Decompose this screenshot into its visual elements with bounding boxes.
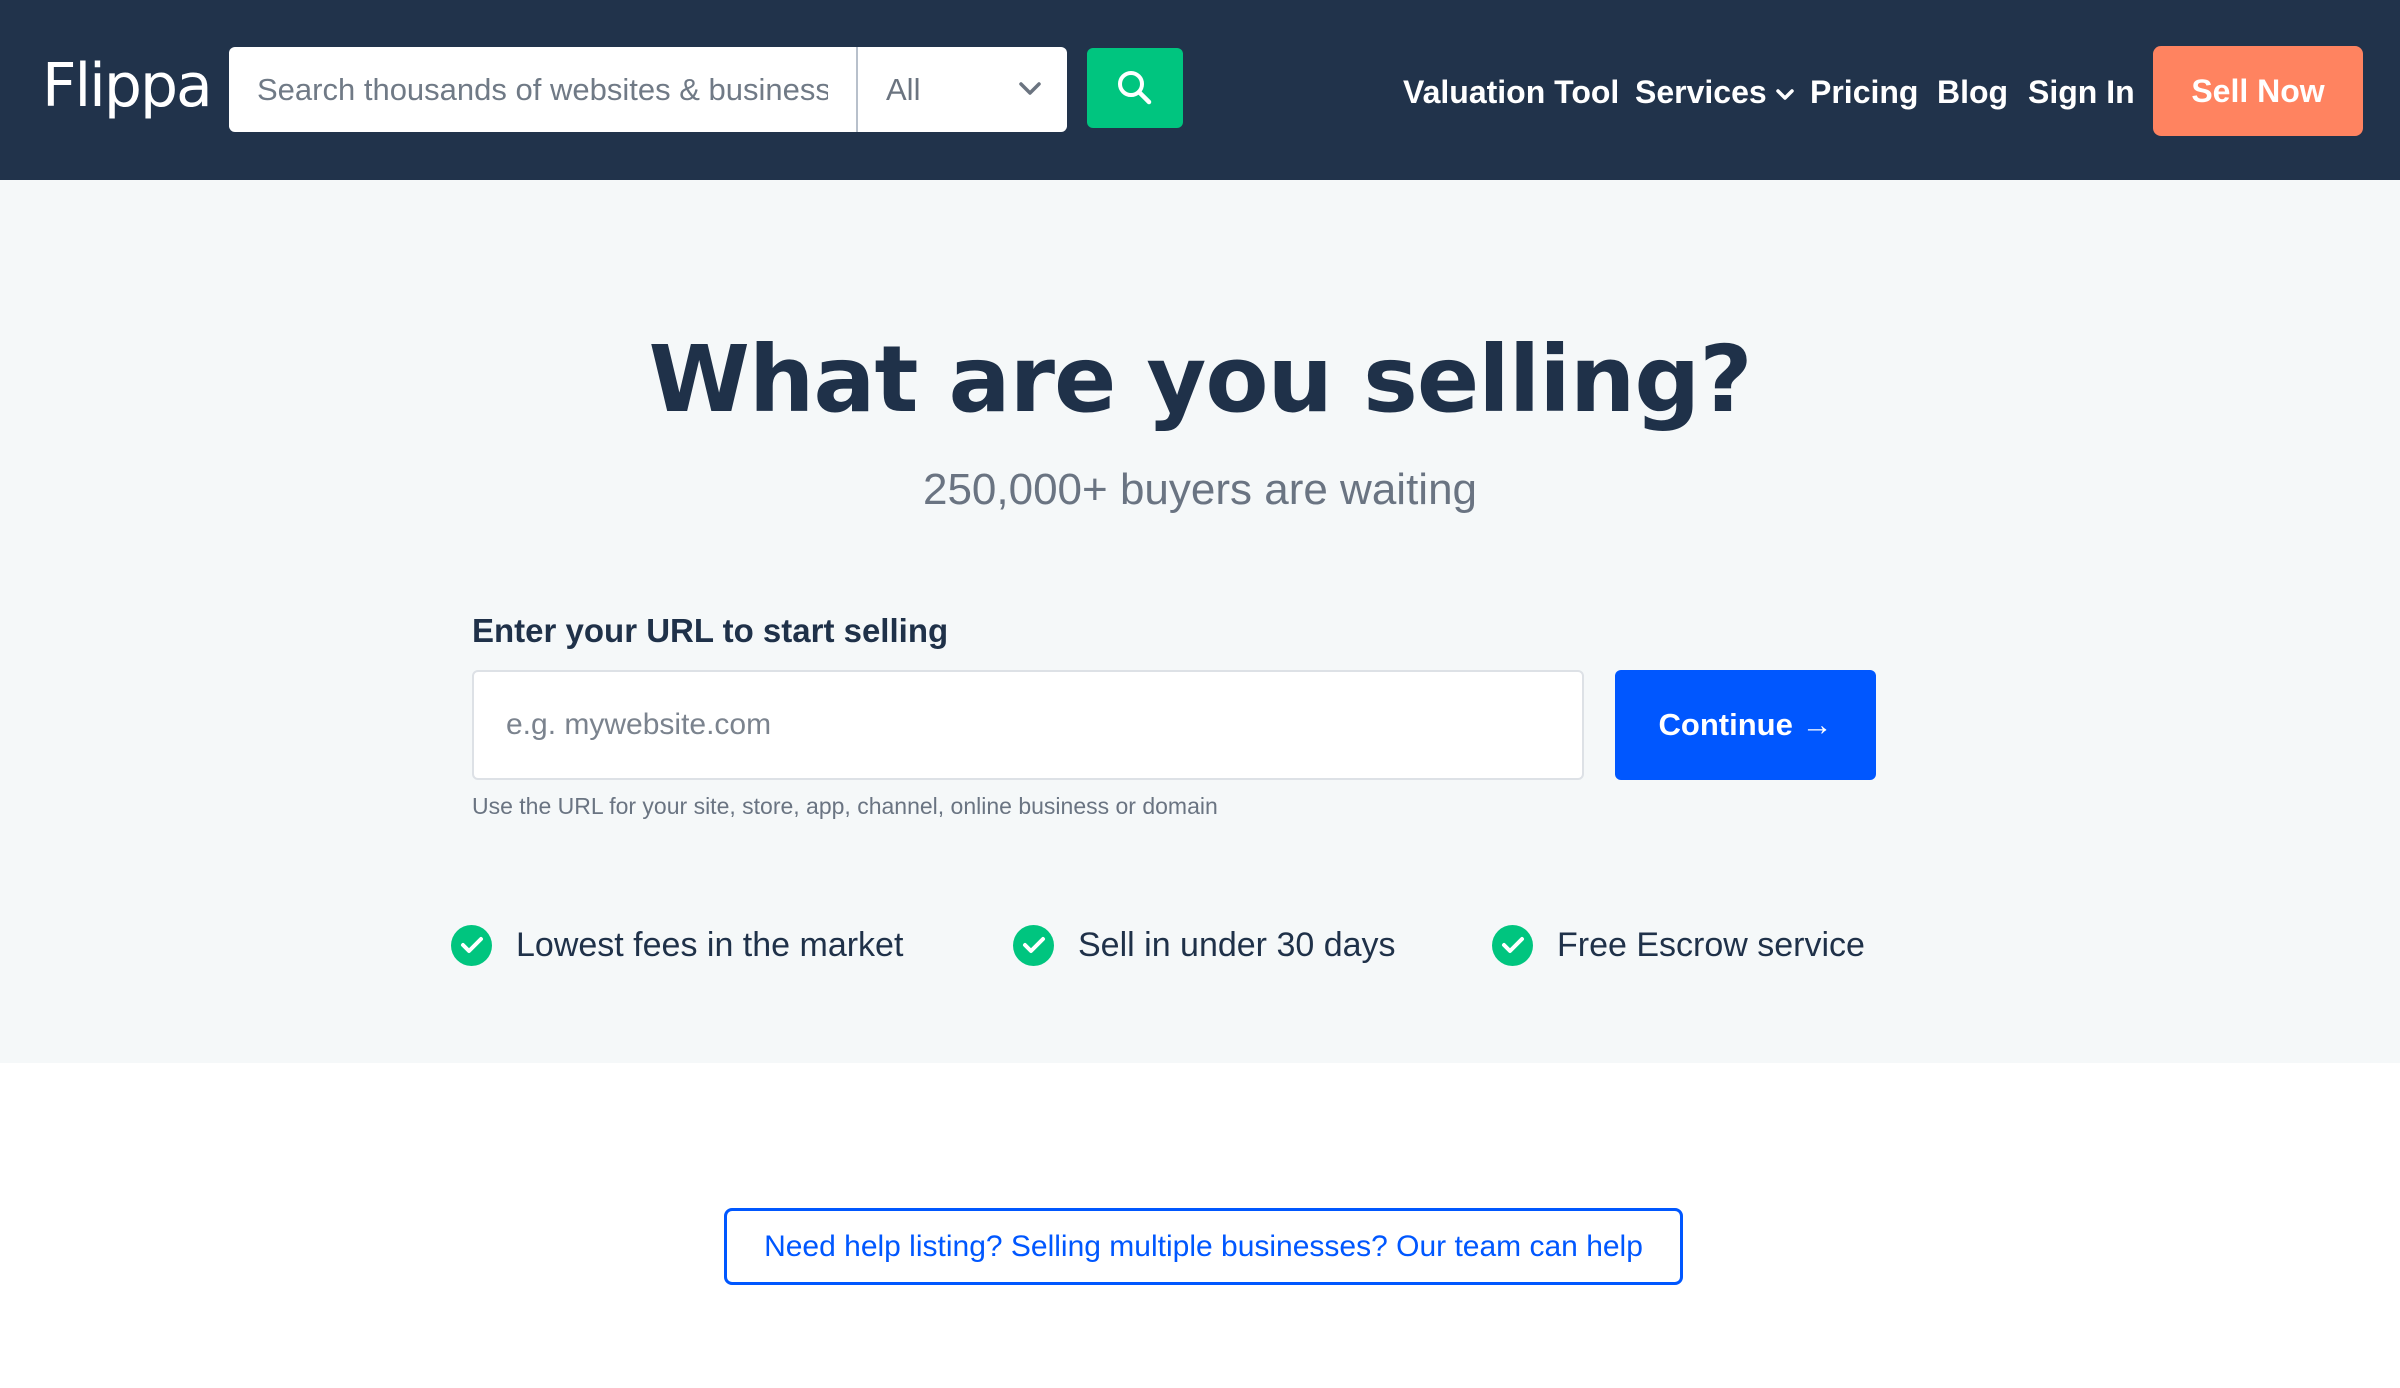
feature-item: Lowest fees in the market (451, 920, 903, 970)
check-circle-icon (1013, 924, 1054, 966)
nav-services[interactable]: Services (1635, 62, 1795, 122)
check-circle-icon (1492, 924, 1533, 966)
nav-pricing[interactable]: Pricing (1810, 62, 1918, 122)
search-button[interactable] (1087, 48, 1183, 128)
nav-valuation-tool[interactable]: Valuation Tool (1403, 62, 1619, 122)
feature-item: Sell in under 30 days (1013, 920, 1396, 970)
page-subtitle: 250,000+ buyers are waiting (922, 465, 1478, 514)
help-listing-button[interactable]: Need help listing? Selling multiple busi… (724, 1208, 1683, 1285)
url-input[interactable] (472, 670, 1584, 780)
nav-services-label: Services (1635, 74, 1767, 110)
feature-item: Free Escrow service (1492, 920, 1865, 970)
flippa-logo[interactable]: Flippa (42, 46, 213, 126)
check-circle-icon (451, 924, 492, 966)
feature-label: Lowest fees in the market (516, 925, 904, 964)
category-select[interactable]: All (856, 47, 1067, 132)
url-field-label: Enter your URL to start selling (472, 612, 949, 649)
top-navbar: Flippa All Valuation Tool Services Prici… (0, 0, 2400, 180)
chevron-down-icon (1775, 88, 1794, 100)
chevron-down-icon (1019, 82, 1041, 95)
search-input[interactable] (229, 47, 856, 132)
feature-label: Sell in under 30 days (1078, 925, 1396, 964)
sell-hero-section: What are you selling? 250,000+ buyers ar… (0, 180, 2400, 1063)
url-helper-text: Use the URL for your site, store, app, c… (472, 793, 1218, 819)
search-bar: All (229, 47, 1067, 132)
search-icon (1118, 71, 1152, 105)
feature-label: Free Escrow service (1557, 925, 1865, 964)
sell-now-button[interactable]: Sell Now (2153, 46, 2363, 136)
nav-blog[interactable]: Blog (1937, 62, 2008, 122)
page-title: What are you selling? (648, 326, 1752, 433)
category-select-value: All (886, 71, 921, 107)
continue-button[interactable]: Continue → (1615, 670, 1876, 780)
nav-sign-in[interactable]: Sign In (2028, 62, 2135, 122)
